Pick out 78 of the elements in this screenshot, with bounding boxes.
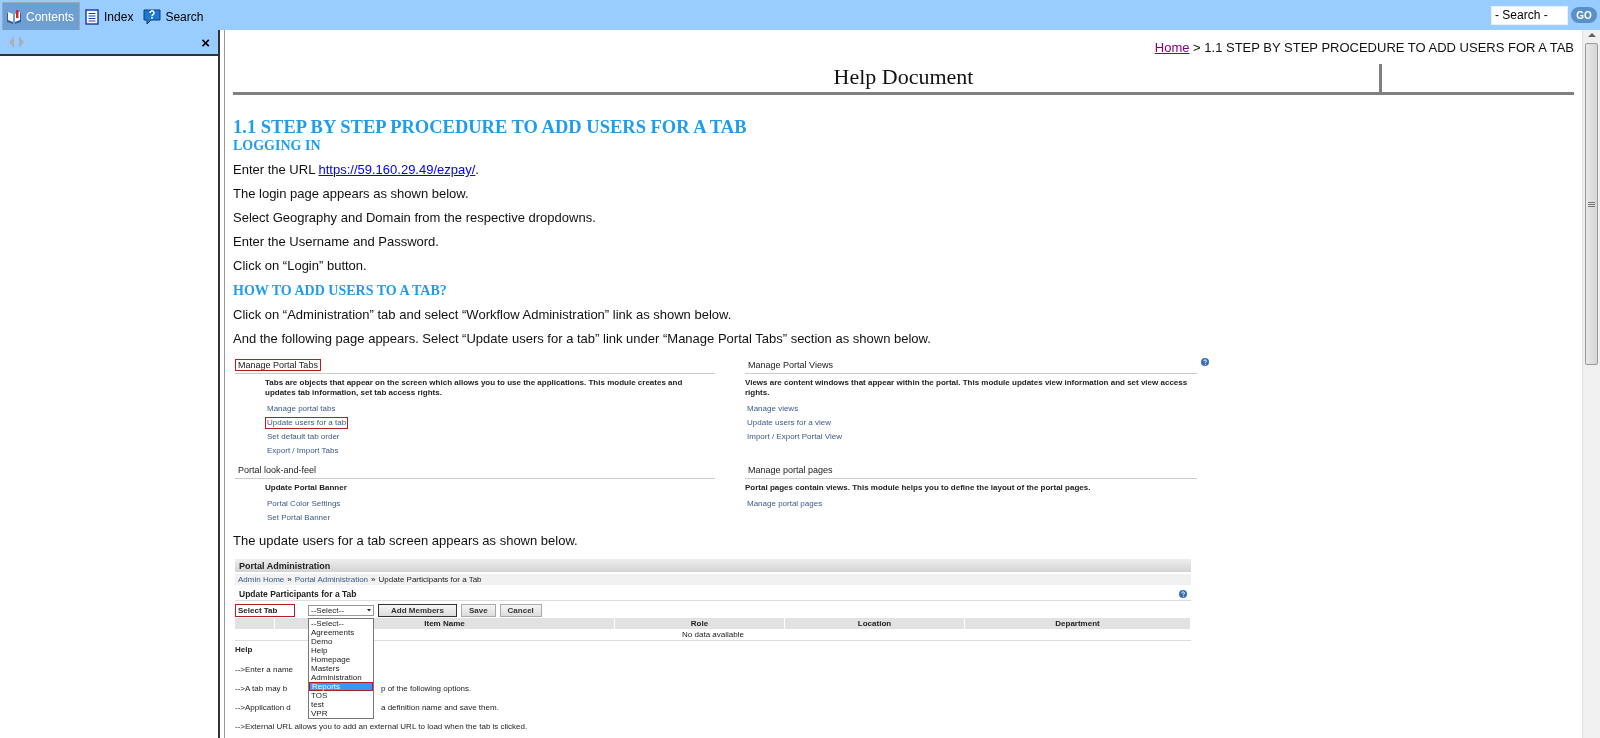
help-text: -->External URL allows you to add an external URL to load when the tab is clicked. (235, 721, 528, 731)
module-link[interactable]: Import / Export Portal View (745, 431, 844, 443)
column-header: Location (785, 618, 965, 629)
search-field[interactable]: - Search - (1491, 5, 1568, 25)
module-link[interactable]: Portal Color Settings (265, 498, 343, 510)
field-label: Select Tab (235, 603, 295, 617)
module-link[interactable]: Set Portal Banner (265, 512, 333, 524)
module-link[interactable]: Manage portal pages (745, 498, 825, 510)
module-link[interactable]: Manage views (745, 403, 801, 415)
page-heading: 1.1 STEP BY STEP PROCEDURE TO ADD USERS FOR A TAB (233, 117, 748, 137)
book-icon (6, 8, 22, 25)
page-list-icon (84, 8, 101, 25)
form-button[interactable]: Cancel (499, 603, 542, 617)
dropdown-option[interactable]: VPR (309, 709, 373, 718)
section-heading: HOW TO ADD USERS TO A TAB? (233, 282, 448, 300)
tab-select[interactable]: --Select-- (308, 604, 374, 616)
section-title: Manage Portal Views (747, 359, 834, 371)
dropdown-option[interactable]: TOS (309, 691, 373, 700)
paragraph-text: Click on “Login” button. (233, 257, 368, 275)
section-description: Portal pages contain views. This module helps you to define the layout of the portal pages. (745, 483, 1091, 493)
dropdown-option[interactable]: Help (309, 646, 373, 655)
paragraph-text: The update users for a tab screen appears as shown below. (233, 532, 579, 550)
module-link[interactable]: Manage portal tabs (265, 403, 338, 415)
url-link[interactable]: https://59.160.29.49/ezpay/ (318, 162, 476, 177)
section-title: Update Participants for a Tab (239, 588, 357, 599)
breadcrumb-current: 1.1 STEP BY STEP PROCEDURE TO ADD USERS FOR A TAB (1204, 40, 1574, 55)
dropdown-option[interactable]: Masters (309, 664, 373, 673)
help-icon[interactable] (1201, 358, 1209, 366)
help-text: p of the following options. (381, 683, 472, 693)
help-bubble-icon (143, 8, 162, 25)
help-icon[interactable] (1179, 589, 1187, 598)
paragraph-text: Click on “Administration” tab and select “Workflow Administration” link as shown below. (233, 306, 733, 324)
help-tab[interactable]: Index (80, 2, 140, 30)
home-link[interactable]: Home (1154, 40, 1190, 55)
grip-icon (1588, 201, 1595, 207)
dropdown-option[interactable]: Administration (309, 673, 373, 682)
document-title: Help Document (833, 64, 974, 89)
column-header: Department (965, 618, 1191, 629)
dropdown-option[interactable]: --Select-- (309, 619, 373, 628)
paragraph-text: Enter the Username and Password. (233, 233, 440, 251)
form-button[interactable]: Save (460, 603, 496, 617)
module-link[interactable]: Export / Import Tabs (265, 445, 341, 457)
help-text: -->A tab may b (235, 683, 288, 693)
section-description: Update Portal Banner (265, 483, 347, 493)
panel-header: Portal Administration (235, 559, 1191, 572)
breadcrumb-separator: > (1193, 40, 1201, 55)
section-description: Views are content windows that appear within the portal. This module updates view information and set view access rights. (745, 378, 1189, 398)
scrollbar-thumb[interactable] (1585, 43, 1598, 365)
section-title: Manage Portal Tabs (235, 359, 321, 371)
breadcrumb-link[interactable]: Portal Administration (294, 575, 369, 584)
breadcrumb-separator: » (371, 575, 376, 584)
dropdown-option[interactable]: test (309, 700, 373, 709)
section-description: Tabs are objects that appear on the screen which allows you to use the applications. This module creates and updates tab information, set tab access rights. (265, 378, 684, 398)
paragraph-text: The login page appears as shown below. (233, 185, 470, 203)
help-tab[interactable]: Search (139, 2, 210, 30)
paragraph-text: And the following page appears. Select “Update users for a tab” link under “Manage Portal Tabs” section as shown below. (233, 330, 932, 348)
form-button[interactable]: Add Members (378, 603, 457, 617)
section-title: Manage portal pages (747, 464, 834, 476)
help-heading: Help (235, 645, 253, 655)
dropdown-caret-icon (367, 608, 371, 612)
breadcrumb-separator: » (287, 575, 292, 584)
dropdown-option[interactable]: Demo (309, 637, 373, 646)
module-link[interactable]: Set default tab order (265, 431, 342, 443)
dropdown-option[interactable]: Homepage (309, 655, 373, 664)
paragraph-text: Select Geography and Domain from the respective dropdowns. (233, 209, 597, 227)
module-link[interactable]: Update users for a view (745, 417, 834, 429)
dropdown-option[interactable]: Agreements (309, 628, 373, 637)
breadcrumb-link[interactable]: Admin Home (238, 575, 285, 584)
close-button[interactable]: × (199, 34, 212, 50)
column-header: Role (615, 618, 785, 629)
module-link[interactable]: Update users for a tab (265, 417, 349, 429)
help-text: -->Application d (235, 702, 291, 712)
paragraph-text: Enter the URL https://59.160.29.49/ezpay/. (233, 161, 480, 179)
section-title: Portal look-and-feel (237, 464, 318, 476)
help-text: -->Enter a name (235, 664, 294, 674)
breadcrumb-current: Update Participants for a Tab (378, 575, 482, 584)
help-text: a definition name and save them. (381, 702, 499, 712)
section-heading: LOGGING IN (233, 137, 322, 155)
